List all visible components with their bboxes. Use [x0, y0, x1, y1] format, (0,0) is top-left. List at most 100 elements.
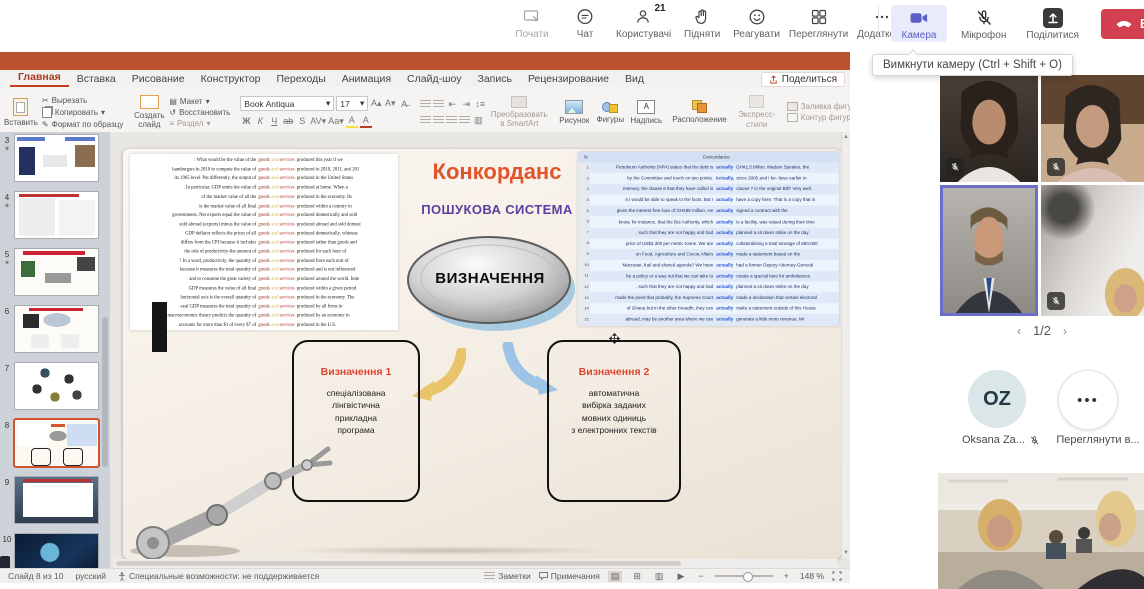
video-tile-3-speaking[interactable]	[940, 185, 1038, 316]
zoom-out-button[interactable]: −	[695, 571, 706, 581]
thumbnail-scrollbar[interactable]	[102, 317, 108, 467]
ribbon-tab[interactable]: Вставка	[69, 71, 124, 87]
zoom-slider-knob[interactable]	[743, 572, 753, 582]
video-tile-bottom[interactable]	[938, 473, 1144, 589]
columns-button[interactable]: ▥	[472, 114, 484, 126]
reset-button[interactable]: ↺Восстановить	[169, 108, 230, 117]
line-spacing-button[interactable]: ↕≡	[474, 98, 486, 110]
mic-button[interactable]: Мікрофон	[955, 5, 1012, 42]
video-tile-2[interactable]	[1041, 75, 1144, 182]
video-tile-4[interactable]	[1041, 185, 1144, 316]
justify-icon[interactable]	[459, 116, 470, 125]
char-spacing-button[interactable]: AV▾	[310, 115, 326, 127]
avatar-overflow[interactable]: •••	[1058, 370, 1118, 430]
camera-button[interactable]: Камера	[891, 5, 947, 42]
change-case-button[interactable]: Аа▾	[328, 115, 344, 127]
ribbon-tab[interactable]: Рисование	[124, 71, 193, 87]
leave-button[interactable]: Вийти	[1101, 9, 1144, 39]
ribbon-tab[interactable]: Конструктор	[193, 71, 269, 87]
ppt-share-button[interactable]: Поделиться	[761, 72, 845, 87]
zoom-in-button[interactable]: +	[781, 571, 792, 581]
reading-view-button[interactable]: ▥	[652, 571, 667, 582]
paste-button[interactable]: Вставить	[4, 98, 38, 127]
ribbon-tab[interactable]: Главная	[10, 69, 69, 87]
ribbon-tab[interactable]: Анимация	[334, 71, 399, 87]
fit-to-window-icon[interactable]	[832, 571, 842, 581]
slide-thumbnail[interactable]: ДЯКУЮ ЗА УВАГУ!	[14, 533, 99, 568]
ribbon-tab[interactable]: Запись	[469, 71, 519, 87]
format-painter-button[interactable]: ✎Формат по образцу	[42, 120, 123, 129]
chevron-down-icon: ▾	[360, 98, 364, 109]
bold-button[interactable]: Ж	[240, 115, 252, 127]
slideshow-button[interactable]: ▶	[674, 571, 687, 582]
slide-thumbnail[interactable]	[14, 362, 99, 410]
section-button[interactable]: ≡Раздел ▾	[169, 119, 230, 128]
horizontal-scrollbar[interactable]	[114, 559, 838, 568]
comments-button[interactable]: Примечания	[539, 571, 600, 581]
zoom-level[interactable]: 148 %	[800, 571, 824, 581]
notes-button[interactable]: Заметки	[484, 571, 531, 581]
bullets-icon[interactable]	[420, 100, 431, 109]
slide-thumbnail[interactable]	[14, 191, 99, 239]
ribbon-tab[interactable]: Слайд-шоу	[399, 71, 469, 87]
current-slide[interactable]: : What would be the value of thegoodsand…	[123, 149, 841, 559]
slide-thumbnail[interactable]	[14, 248, 99, 296]
numbering-icon[interactable]	[433, 100, 444, 109]
indent-decrease-button[interactable]: ⇤	[446, 98, 458, 110]
ribbon-tab[interactable]: Рецензирование	[520, 71, 617, 87]
slide-thumbnail[interactable]	[14, 476, 99, 524]
kw-goods: goods	[258, 284, 271, 293]
layout-button[interactable]: ▤Макет ▾	[169, 97, 230, 106]
cut-button[interactable]: ✂Вырезать	[42, 96, 123, 105]
align-right-icon[interactable]	[446, 116, 457, 125]
shape-fill-button[interactable]: Заливка фигуры ▾	[787, 102, 850, 111]
shape-outline-button[interactable]: Контур фигуры ▾	[787, 113, 850, 122]
slide-thumbnail[interactable]	[14, 419, 99, 467]
indent-increase-button[interactable]: ⇥	[460, 98, 472, 110]
highlight-button[interactable]: А	[346, 114, 358, 128]
underline-button[interactable]: Ч	[268, 115, 280, 127]
slide-thumbnail[interactable]	[14, 134, 99, 182]
clear-format-button[interactable]: A̶	[398, 98, 410, 110]
slide-thumbnail[interactable]	[14, 305, 99, 353]
smartart-button[interactable]: Преобразовать в SmartArt	[490, 96, 548, 128]
zoom-slider[interactable]	[715, 575, 773, 577]
raise-hand-button[interactable]: Підняти	[680, 5, 724, 40]
copy-button[interactable]: Копировать ▾	[42, 107, 123, 118]
italic-button[interactable]: К	[254, 115, 266, 127]
chat-button[interactable]: Чат	[563, 5, 607, 40]
shrink-font-button[interactable]: A▾	[384, 98, 396, 110]
ribbon-tab[interactable]: Переходы	[269, 71, 334, 87]
share-tray-button[interactable]: Поділитися	[1020, 5, 1085, 42]
font-size-select[interactable]: 17▾	[336, 96, 368, 111]
text-shadow-button[interactable]: S	[296, 115, 308, 127]
video-tile-1[interactable]	[940, 75, 1038, 182]
prev-page-icon[interactable]: ‹	[1017, 324, 1021, 338]
grow-font-button[interactable]: A▴	[370, 98, 382, 110]
align-left-icon[interactable]	[420, 116, 431, 125]
language-indicator[interactable]: русский	[75, 571, 106, 581]
start-button[interactable]: Почати	[510, 5, 554, 40]
slide-sorter-button[interactable]: ⊞	[630, 571, 644, 582]
participants-button[interactable]: 21 Користувачі	[616, 5, 671, 40]
avatar-oz[interactable]: OZ	[968, 370, 1026, 428]
font-color-button[interactable]: А	[360, 114, 372, 128]
align-center-icon[interactable]	[433, 116, 444, 125]
ribbon-tab[interactable]: Вид	[617, 71, 652, 87]
normal-view-button[interactable]: ▤	[608, 571, 623, 582]
vertical-scrollbar[interactable]: ▲▼	[841, 132, 850, 558]
font-name-select[interactable]: Book Antiqua▾	[240, 96, 334, 111]
quick-styles-button[interactable]: Экспресс-стили	[731, 95, 783, 128]
shapes-button[interactable]: Фигуры	[594, 101, 626, 124]
new-slide-button[interactable]: Создать слайд	[133, 95, 165, 129]
strikethrough-button[interactable]: ab	[282, 115, 294, 127]
picture-button[interactable]: Рисунок	[558, 100, 590, 125]
react-button[interactable]: Реагувати	[733, 5, 780, 40]
next-page-icon[interactable]: ›	[1063, 324, 1067, 338]
textbox-button[interactable]: AНадпись	[630, 100, 662, 125]
arrange-button[interactable]: Расположение	[672, 100, 726, 124]
kw-actually: actually	[715, 263, 735, 268]
scrollbar-thumb[interactable]	[116, 561, 681, 566]
view-button[interactable]: Переглянути	[789, 5, 848, 40]
accessibility-status[interactable]: Специальные возможности: не поддерживает…	[118, 571, 319, 581]
